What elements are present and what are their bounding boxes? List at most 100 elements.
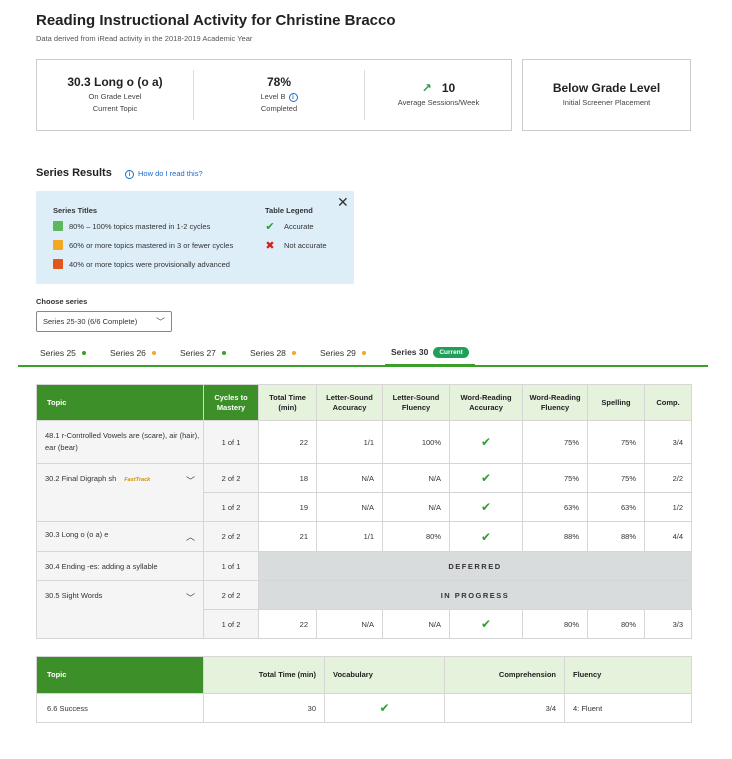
status-cell-deferred: DEFERRED [258,551,692,581]
table-legend-heading: Table Legend [265,206,313,215]
lsa-cell: N/A [316,609,383,639]
series-select[interactable]: Series 25-30 (6/6 Complete) ﹀ [36,311,172,332]
col-header: Total Time (min) [203,656,325,694]
wrf-cell: 80% [522,609,588,639]
legend-item-label: 80% – 100% topics mastered in 1-2 cycles [69,221,211,231]
tab-label: Series 25 [40,347,76,358]
col-header: Topic [36,384,204,421]
level-name: Level B [260,92,286,101]
vocabulary-cell: ✔ [324,693,445,723]
table-row: 30.4 Ending -es: adding a syllable 1 of … [36,551,692,581]
cycles-cell: 2 of 2 [203,463,259,493]
topic-label: 30.3 Long o (o a) e [45,530,109,539]
tab-series-30[interactable]: Series 30 Current [385,340,475,367]
comp-cell: 4/4 [644,521,692,552]
check-icon: ✔ [480,617,492,631]
tab-label: Series 30 [391,347,429,357]
table-header-row: Topic Cycles to Mastery Total Time (min)… [36,384,692,421]
x-icon: ✖ [265,240,275,252]
col-header: Total Time (min) [258,384,317,421]
tab-label: Series 29 [320,347,356,358]
time-cell: 30 [203,693,325,723]
time-cell: 22 [258,420,317,464]
col-header: Topic [36,656,204,694]
table-header-row: Topic Total Time (min) Vocabulary Compre… [36,656,692,694]
chevron-up-icon[interactable]: ︿ [186,530,195,543]
info-icon[interactable]: i [288,92,298,102]
tab-series-29[interactable]: Series 29 [320,340,366,365]
tab-label: Series 27 [180,347,216,358]
page-title: Reading Instructional Activity for Chris… [36,12,396,29]
info-icon: i [125,169,134,179]
tab-series-25[interactable]: Series 25 [40,340,86,365]
topic-cell: 30.4 Ending -es: adding a syllable [36,551,204,581]
how-to-read-link[interactable]: i How do I read this? [125,169,203,179]
table-row[interactable]: 30.2 Final Digraph sh FastTrack ﹀ 2 of 2 1… [36,463,692,522]
spelling-cell: 80% [587,609,645,639]
table-row: 48.1 r-Controlled Vowels are (scare), ai… [36,420,692,464]
spelling-cell: 88% [587,521,645,552]
current-badge: Current [433,346,469,358]
tab-series-26[interactable]: Series 26 [110,340,156,365]
wra-cell: ✔ [449,521,523,552]
col-header: Letter-Sound Accuracy [316,384,383,421]
status-cell-in-progress: IN PROGRESS [258,580,692,610]
chevron-down-icon[interactable]: ﹀ [186,591,195,604]
wra-cell: ✔ [449,420,523,464]
level-value: 78% [266,75,292,89]
sessions-value-row: ↗ 10 [422,81,455,95]
topic-cell[interactable]: 30.5 Sight Words ﹀ [36,580,204,639]
topic-label: 30.5 Sight Words [45,591,103,600]
topic-cell[interactable]: 30.3 Long o (o a) e ︿ [36,521,204,552]
placement-label: Initial Screener Placement [562,98,651,107]
current-topic-stat: 30.3 Long o (o a) On Grade Level Current… [37,60,193,130]
check-icon: ✔ [379,701,390,715]
topic-cell[interactable]: 30.2 Final Digraph sh FastTrack ﹀ [36,463,204,522]
topic-label: 30.2 Final Digraph sh [45,474,117,483]
lsa-cell: N/A [316,463,383,493]
legend-accurate: ✔ Accurate [265,220,313,233]
cycles-cell: 1 of 2 [203,609,259,639]
tab-label: Series 28 [250,347,286,358]
chevron-down-icon[interactable]: ﹀ [186,474,195,487]
table-row[interactable]: 30.5 Sight Words ﹀ 2 of 2 IN PROGRESS [36,580,692,639]
current-topic-value: 30.3 Long o (o a) [67,75,163,89]
tab-label: Series 26 [110,347,146,358]
spelling-cell: 75% [587,463,645,493]
time-cell: 21 [258,521,317,552]
legend-item: 60% or more topics mastered in 3 or fewe… [53,240,233,250]
legend-swatch [53,259,63,269]
how-to-read-link-label: How do I read this? [138,169,203,178]
current-topic-level: On Grade Level [88,92,142,101]
legend-swatch [53,221,63,231]
page-subtitle: Data derived from iRead activity in the … [36,34,253,43]
legend-not-accurate-label: Not accurate [284,241,327,250]
legend-item: 80% – 100% topics mastered in 1-2 cycles [53,221,210,231]
legend-item: 40% or more topics were provisionally ad… [53,259,230,269]
lsf-cell: N/A [382,609,450,639]
status-dot [291,350,296,355]
tab-series-28[interactable]: Series 28 [250,340,296,365]
cycles-cell: 1 of 2 [203,492,259,522]
topic-results-table: Topic Cycles to Mastery Total Time (min)… [36,384,692,639]
lsa-cell: N/A [316,492,383,522]
comp-cell: 3/3 [644,609,692,639]
tab-series-27[interactable]: Series 27 [180,340,226,365]
sessions-stat: ↗ 10 Average Sessions/Week [365,60,512,130]
series-titles-heading: Series Titles [53,206,98,215]
table-row: 6.6 Success 30 ✔ 3/4 4: Fluent [36,693,692,723]
sessions-value: 10 [441,81,456,95]
placement-stat: Below Grade Level Initial Screener Place… [523,60,690,130]
cycles-cell: 2 of 2 [203,521,259,552]
col-header: Vocabulary [324,656,445,694]
lsf-cell: 80% [382,521,450,552]
check-icon: ✔ [265,221,275,233]
wrf-cell: 63% [522,492,588,522]
table-row[interactable]: 30.3 Long o (o a) e ︿ 2 of 2 21 1/1 80% ✔… [36,521,692,552]
cycles-cell: 1 of 1 [203,420,259,464]
wrf-cell: 88% [522,521,588,552]
col-header: Spelling [587,384,645,421]
close-icon[interactable]: ✕ [337,194,349,211]
chevron-down-icon: ﹀ [155,317,165,327]
comprehension-cell: 3/4 [444,693,565,723]
